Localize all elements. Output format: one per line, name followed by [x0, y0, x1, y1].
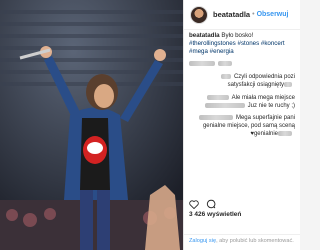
header-username[interactable]: beatatadla [213, 10, 250, 19]
comment-text: genialne miejsce, pod samą sceną [202, 123, 295, 130]
follow-button[interactable]: Obserwuj [257, 11, 289, 18]
post-photo[interactable] [0, 0, 183, 250]
post-header: beatatadla • Obserwuj [184, 0, 300, 30]
comment-text: Juz nie te ruchy ;) [247, 102, 295, 109]
redacted-emoji [284, 81, 292, 87]
view-count: 3 426 wyświetleń [189, 211, 242, 218]
comment-text: ♥genialnie [250, 131, 278, 138]
list-item: Ale miała mega miejsce Juz nie te ruchy … [189, 94, 295, 111]
caption-text: Było bosko! [221, 32, 254, 39]
comment-text: Ale miała mega miejsce [231, 94, 295, 101]
login-prompt: Zaloguj się, aby polubić lub skomentować… [184, 234, 300, 250]
redacted-username [198, 115, 233, 121]
comment-text: Mega superfajnie pani [235, 115, 295, 122]
comment-text: satysfakcji osiągnięty [227, 81, 284, 88]
comment-text: Czyli odpowiednia pozi [233, 73, 295, 80]
login-rest: , aby polubić lub skomentować. [216, 238, 294, 244]
redacted-username [189, 61, 215, 66]
redacted-username [204, 102, 245, 108]
redacted-username [206, 94, 229, 100]
header-separator: • [252, 11, 255, 18]
comments-list: beatatadla Było bosko! #therollingstones… [184, 32, 300, 139]
login-link[interactable]: Zaloguj się [189, 238, 216, 244]
post-sidebar: beatatadla • Obserwuj beatatadla Było bo… [183, 0, 300, 250]
redacted-emoji [278, 131, 292, 137]
avatar[interactable] [190, 5, 208, 24]
list-item [189, 61, 295, 69]
caption-username[interactable]: beatatadla [189, 32, 220, 39]
post-caption: beatatadla Było bosko! #therollingstones… [189, 32, 295, 56]
concert-photo-illustration [0, 0, 183, 250]
list-item: Mega superfajnie pani genialne miejsce, … [189, 115, 295, 139]
redacted-username [220, 73, 231, 79]
redacted-username [218, 61, 232, 66]
caption-hashtags[interactable]: #therollingstones #stones #koncert #mega… [189, 40, 285, 55]
list-item: Czyli odpowiednia pozi satysfakcji osiąg… [189, 73, 295, 90]
